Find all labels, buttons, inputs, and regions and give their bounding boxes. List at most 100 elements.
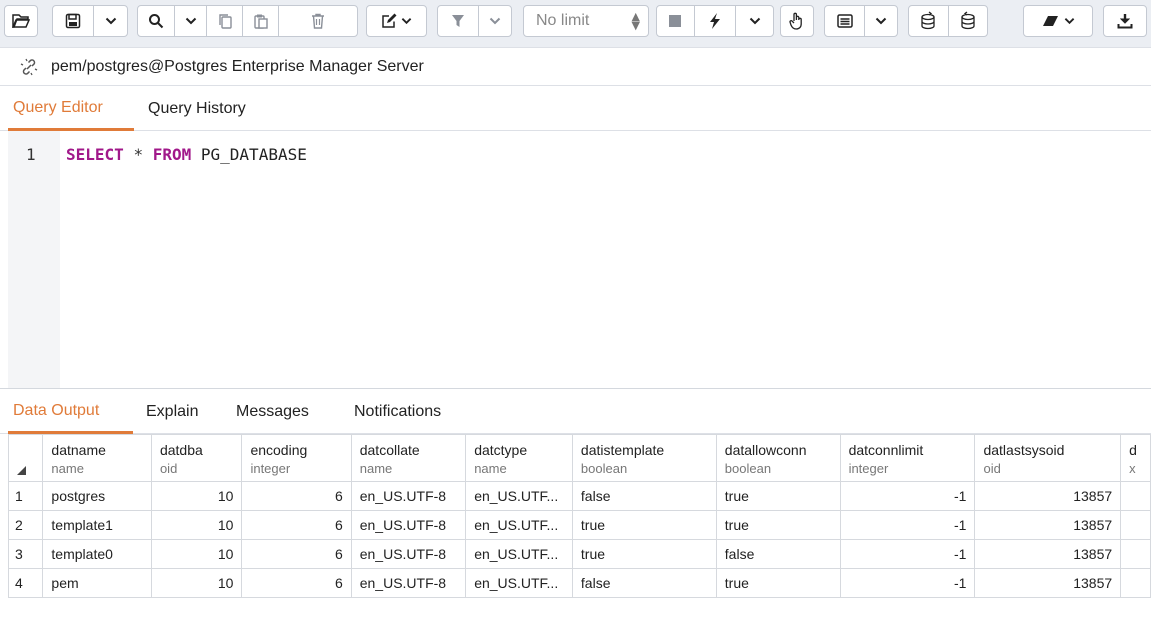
sql-code-line[interactable]: SELECT * FROM PG_DATABASE	[66, 145, 307, 164]
column-header[interactable]: datconnlimit integer	[839, 434, 976, 482]
table-row[interactable]: 2 template1 10 6 en_US.UTF-8 en_US.UTF..…	[8, 510, 1151, 540]
column-header[interactable]: datallowconn boolean	[715, 434, 841, 482]
cell[interactable]: true	[715, 510, 841, 540]
search-icon[interactable]	[138, 6, 175, 36]
column-header[interactable]: dx	[1120, 434, 1151, 482]
chevron-down-icon[interactable]	[479, 6, 511, 36]
cell[interactable]: template1	[42, 510, 152, 540]
cell[interactable]: pem	[42, 568, 152, 598]
column-header[interactable]: datname name	[42, 434, 152, 482]
explain-group	[824, 5, 898, 37]
cell[interactable]: -1	[839, 510, 976, 540]
tab-label: Query Editor	[13, 98, 103, 116]
column-header[interactable]: datlastsysoid oid	[974, 434, 1122, 482]
hand-icon[interactable]	[781, 6, 813, 36]
filter-icon[interactable]	[438, 6, 480, 36]
cell[interactable]	[1120, 539, 1151, 569]
cell[interactable]: template0	[42, 539, 152, 569]
cell[interactable]: en_US.UTF-8	[350, 568, 467, 598]
cell[interactable]: 6	[241, 568, 352, 598]
cell[interactable]: -1	[839, 481, 976, 511]
column-header[interactable]: datistemplate boolean	[571, 434, 717, 482]
cell[interactable]: 13857	[974, 568, 1122, 598]
tab-explain[interactable]: Explain	[146, 390, 198, 434]
cell[interactable]: 6	[241, 481, 352, 511]
paste-icon[interactable]	[243, 6, 279, 36]
cell[interactable]: false	[571, 481, 717, 511]
cell[interactable]: en_US.UTF...	[465, 568, 573, 598]
trash-icon[interactable]	[279, 6, 357, 36]
edit-icon[interactable]	[367, 6, 426, 36]
cell[interactable]: postgres	[42, 481, 152, 511]
select-all-corner[interactable]	[8, 434, 44, 482]
column-header[interactable]: datdba oid	[150, 434, 243, 482]
cell[interactable]: 10	[150, 481, 243, 511]
column-header[interactable]: encoding integer	[241, 434, 352, 482]
cell[interactable]: en_US.UTF-8	[350, 481, 467, 511]
download-icon[interactable]	[1104, 6, 1146, 36]
row-number[interactable]: 4	[8, 568, 44, 598]
cell[interactable]: 10	[150, 568, 243, 598]
tab-query-editor[interactable]: Query Editor	[8, 87, 134, 131]
cell[interactable]: 6	[241, 510, 352, 540]
folder-open-icon[interactable]	[5, 6, 37, 36]
cell[interactable]: 13857	[974, 539, 1122, 569]
row-number[interactable]: 2	[8, 510, 44, 540]
cell[interactable]: 13857	[974, 510, 1122, 540]
cell[interactable]: true	[571, 539, 717, 569]
tab-data-output[interactable]: Data Output	[8, 390, 133, 434]
cell[interactable]: false	[715, 539, 841, 569]
cell[interactable]: en_US.UTF...	[465, 481, 573, 511]
cell[interactable]: true	[715, 568, 841, 598]
tab-notifications[interactable]: Notifications	[354, 390, 441, 434]
cell[interactable]: true	[571, 510, 717, 540]
header-row: datname name datdba oid encoding integer da…	[8, 434, 1151, 482]
chevron-down-icon[interactable]	[175, 6, 207, 36]
commit-icon[interactable]	[909, 6, 949, 36]
cell[interactable]: en_US.UTF-8	[350, 510, 467, 540]
eraser-icon[interactable]	[1024, 6, 1092, 36]
results-table: datname name datdba oid encoding integer da…	[8, 434, 1151, 598]
table-row[interactable]: 1 postgres 10 6 en_US.UTF-8 en_US.UTF...…	[8, 481, 1151, 511]
rollback-icon[interactable]	[949, 6, 988, 36]
execute-group	[656, 5, 774, 37]
cell[interactable]: 10	[150, 510, 243, 540]
row-number[interactable]: 3	[8, 539, 44, 569]
sql-identifier: PG_DATABASE	[200, 145, 307, 164]
table-row[interactable]: 4 pem 10 6 en_US.UTF-8 en_US.UTF... fals…	[8, 568, 1151, 598]
cell[interactable]: en_US.UTF...	[465, 539, 573, 569]
tab-messages[interactable]: Messages	[236, 390, 309, 434]
cell[interactable]: en_US.UTF-8	[350, 539, 467, 569]
tab-label: Query History	[148, 100, 246, 117]
open-file-group	[4, 5, 38, 37]
cell[interactable]: false	[571, 568, 717, 598]
column-header[interactable]: datctype name	[465, 434, 573, 482]
stop-icon[interactable]	[657, 6, 695, 36]
connection-icon[interactable]	[20, 58, 38, 76]
copy-icon[interactable]	[207, 6, 243, 36]
cell[interactable]	[1120, 510, 1151, 540]
sql-editor[interactable]: 1 SELECT * FROM PG_DATABASE	[0, 131, 1151, 389]
cell[interactable]	[1120, 568, 1151, 598]
chevron-down-icon[interactable]	[94, 6, 127, 36]
cell[interactable]	[1120, 481, 1151, 511]
chevron-down-icon[interactable]	[736, 6, 773, 36]
cell[interactable]: 13857	[974, 481, 1122, 511]
row-limit-select[interactable]: No limit ▲ ▼	[523, 5, 649, 37]
cell[interactable]: en_US.UTF...	[465, 510, 573, 540]
cell[interactable]: -1	[839, 568, 976, 598]
explain-icon[interactable]	[825, 6, 866, 36]
cell[interactable]: true	[715, 481, 841, 511]
row-number[interactable]: 1	[8, 481, 44, 511]
save-icon[interactable]	[53, 6, 94, 36]
query-toolbar: No limit ▲ ▼	[0, 0, 1151, 48]
cell[interactable]: 6	[241, 539, 352, 569]
connection-bar: pem/postgres@Postgres Enterprise Manager…	[0, 48, 1151, 86]
execute-icon[interactable]	[695, 6, 737, 36]
cell[interactable]: 10	[150, 539, 243, 569]
cell[interactable]: -1	[839, 539, 976, 569]
tab-query-history[interactable]: Query History	[148, 87, 246, 131]
chevron-down-icon[interactable]	[865, 6, 897, 36]
column-header[interactable]: datcollate name	[350, 434, 467, 482]
table-row[interactable]: 3 template0 10 6 en_US.UTF-8 en_US.UTF..…	[8, 539, 1151, 569]
